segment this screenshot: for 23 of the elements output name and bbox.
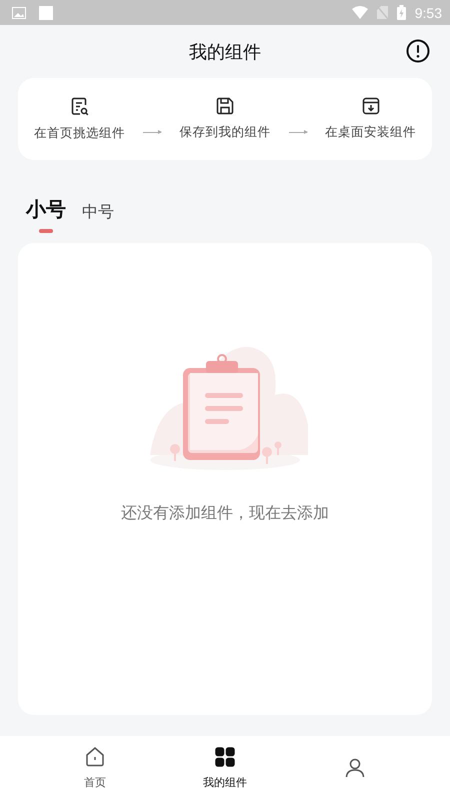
nav-tab[interactable]: 首页	[55, 736, 135, 800]
empty-message: 还没有添加组件，现在去添加	[121, 503, 329, 524]
step-label: 在首页挑选组件	[34, 124, 125, 142]
step-label: 保存到我的组件	[180, 124, 270, 141]
nav-tab[interactable]: 我的组件	[185, 736, 265, 800]
home-icon	[84, 746, 106, 768]
no-sim-icon	[376, 6, 388, 19]
size-tab[interactable]: 中号	[82, 202, 114, 233]
info-icon[interactable]	[406, 39, 430, 63]
document-search-icon	[70, 96, 88, 116]
clock-time: 9:53	[414, 4, 442, 20]
nav-label: 我的组件	[203, 775, 247, 790]
wifi-icon	[352, 6, 368, 19]
widgets-icon	[214, 746, 236, 768]
square-icon	[39, 6, 53, 20]
profile-icon	[344, 757, 366, 779]
page-title: 我的组件	[189, 40, 261, 64]
step-label: 在桌面安装组件	[325, 124, 416, 141]
image-icon	[12, 6, 26, 18]
download-box-icon	[362, 97, 380, 115]
battery-icon	[396, 5, 406, 20]
size-tab[interactable]: 小号	[26, 196, 66, 233]
nav-label: 首页	[84, 775, 106, 790]
